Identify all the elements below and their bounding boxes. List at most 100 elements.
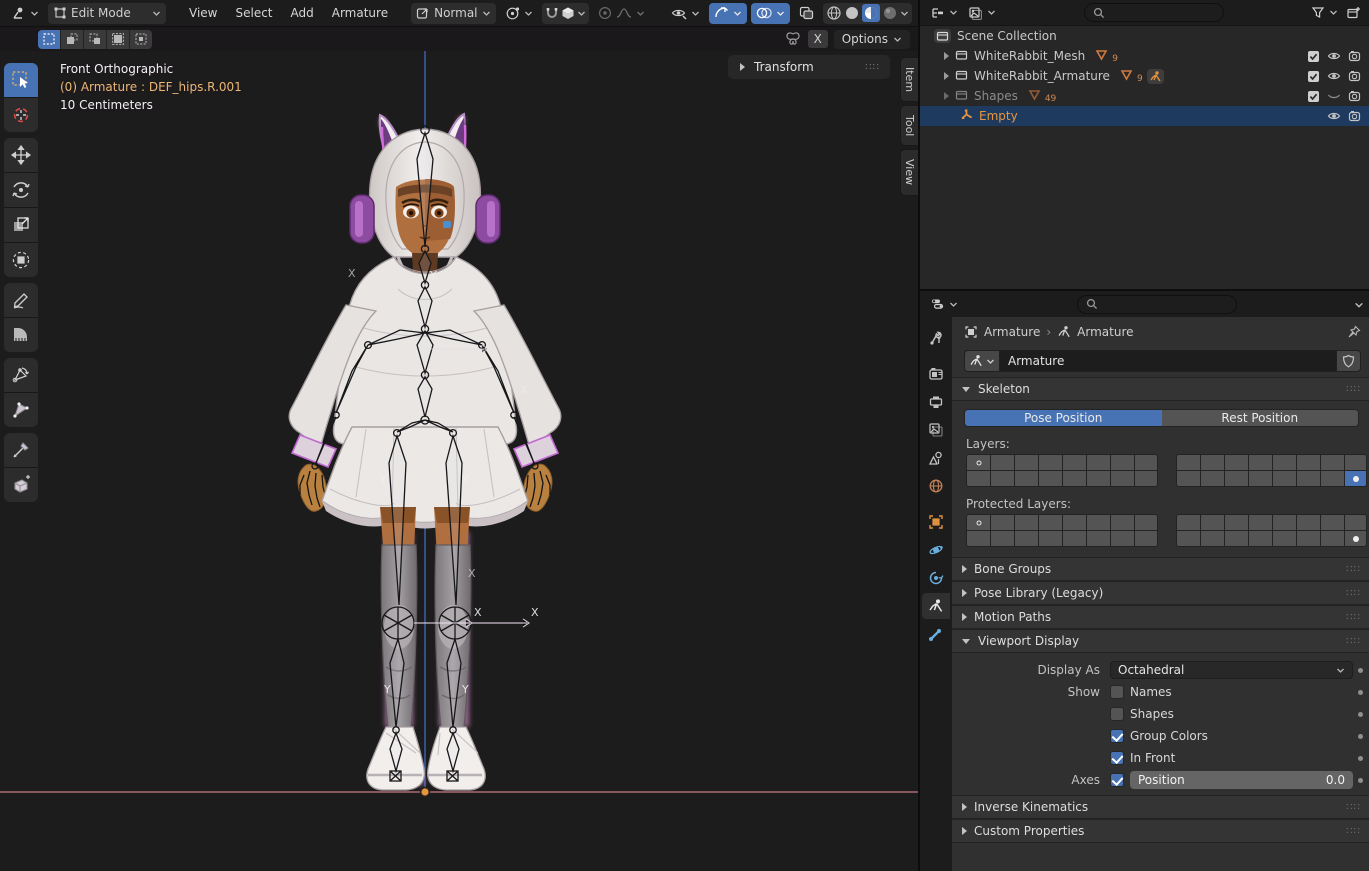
- snap-target-icon[interactable]: [561, 6, 575, 20]
- menu-armature[interactable]: Armature: [325, 3, 395, 24]
- eye-visibility-icon[interactable]: [1327, 110, 1341, 122]
- tab-object-constraints[interactable]: [922, 565, 950, 591]
- tab-object[interactable]: [922, 509, 950, 535]
- panel-grip-icon[interactable]: ∷∷: [1346, 802, 1361, 813]
- viewport-3d[interactable]: X X Y Y Y Y Y X X X: [0, 27, 918, 871]
- panel-pose-library-header[interactable]: Pose Library (Legacy) ∷∷: [952, 581, 1369, 605]
- tab-bone[interactable]: [922, 621, 950, 647]
- camera-render-icon[interactable]: [1348, 110, 1361, 122]
- names-checkbox[interactable]: [1110, 685, 1124, 699]
- properties-editor-type-button[interactable]: [928, 294, 960, 315]
- tab-object-data-armature[interactable]: [922, 593, 950, 619]
- chevron-down-icon[interactable]: [900, 9, 909, 18]
- expand-arrow-icon[interactable]: [944, 72, 949, 80]
- protected-block-1[interactable]: [966, 514, 1158, 547]
- transform-orientation-dropdown[interactable]: Normal: [411, 3, 495, 24]
- axes-position-slider[interactable]: Position 0.0: [1130, 771, 1353, 789]
- shading-wireframe-icon[interactable]: [826, 5, 842, 21]
- outliner-row-whiterabbit-mesh[interactable]: WhiteRabbit_Mesh 9: [920, 46, 1369, 66]
- outliner-filter-button[interactable]: [1309, 2, 1340, 23]
- layers-block-1[interactable]: [966, 454, 1158, 487]
- rest-position-button[interactable]: Rest Position: [1162, 410, 1359, 426]
- menu-select[interactable]: Select: [228, 3, 279, 24]
- tab-output[interactable]: [922, 389, 950, 415]
- selectable-checkbox-icon[interactable]: [1307, 70, 1320, 83]
- decorator-dot[interactable]: [1353, 778, 1367, 783]
- pose-position-button[interactable]: Pose Position: [965, 410, 1162, 426]
- tool-rotate[interactable]: [4, 173, 38, 207]
- select-mode-extend-button[interactable]: [61, 30, 83, 49]
- panel-motion-paths-header[interactable]: Motion Paths ∷∷: [952, 605, 1369, 629]
- shading-rendered-icon[interactable]: [882, 5, 898, 21]
- panel-grip-icon[interactable]: ∷∷: [1346, 564, 1361, 575]
- protected-block-2[interactable]: [1176, 514, 1368, 547]
- camera-render-icon[interactable]: [1348, 90, 1361, 102]
- outliner-display-mode-button[interactable]: [966, 2, 998, 23]
- panel-inverse-kinematics-header[interactable]: Inverse Kinematics ∷∷: [952, 795, 1369, 819]
- object-visibility-dropdown[interactable]: [666, 3, 705, 24]
- decorator-dot[interactable]: [1353, 712, 1367, 717]
- camera-render-icon[interactable]: [1348, 50, 1361, 62]
- breadcrumb-data[interactable]: Armature: [1077, 325, 1133, 339]
- chevron-down-icon[interactable]: [1354, 300, 1363, 309]
- display-as-dropdown[interactable]: Octahedral: [1110, 661, 1353, 679]
- outliner-row-scene-collection[interactable]: Scene Collection: [920, 26, 1369, 46]
- outliner-editor-type-button[interactable]: [928, 2, 960, 23]
- tab-world[interactable]: [922, 473, 950, 499]
- select-mode-invert-button[interactable]: [107, 30, 129, 49]
- breadcrumb-object[interactable]: Armature: [984, 325, 1040, 339]
- chevron-down-icon[interactable]: [776, 9, 785, 18]
- pin-icon[interactable]: [1347, 325, 1361, 339]
- group-colors-checkbox[interactable]: [1110, 729, 1124, 743]
- tab-tool[interactable]: [922, 325, 950, 351]
- editor-type-button[interactable]: [6, 3, 44, 24]
- axes-checkbox[interactable]: [1110, 773, 1124, 787]
- menu-view[interactable]: View: [182, 3, 224, 24]
- panel-grip-icon[interactable]: ∷∷: [1346, 588, 1361, 599]
- tool-extrude[interactable]: [4, 468, 38, 502]
- decorator-dot[interactable]: [1353, 668, 1367, 673]
- outliner-search-input[interactable]: [1084, 3, 1224, 22]
- datablock-name-field[interactable]: Armature: [999, 350, 1337, 372]
- object-origin-point[interactable]: [421, 788, 430, 797]
- layers-block-2[interactable]: [1176, 454, 1368, 487]
- mirror-x-toggle[interactable]: X: [808, 30, 828, 48]
- decorator-dot[interactable]: [1353, 756, 1367, 761]
- tool-annotate[interactable]: [4, 283, 38, 317]
- selectable-checkbox-icon[interactable]: [1307, 90, 1320, 103]
- tool-cursor[interactable]: [4, 98, 38, 132]
- expand-arrow-icon[interactable]: [944, 92, 949, 100]
- camera-render-icon[interactable]: [1348, 70, 1361, 82]
- eye-visibility-icon[interactable]: [1327, 50, 1341, 62]
- sidebar-tab-tool[interactable]: Tool: [900, 105, 918, 146]
- panel-grip-icon[interactable]: ∷∷: [1346, 384, 1361, 395]
- panel-grip-icon[interactable]: ∷∷: [1346, 826, 1361, 837]
- show-overlays-toggle[interactable]: [751, 3, 790, 24]
- sidebar-tab-view[interactable]: View: [900, 149, 918, 195]
- shapes-checkbox[interactable]: [1110, 707, 1124, 721]
- tab-render[interactable]: [922, 361, 950, 387]
- tab-scene[interactable]: [922, 445, 950, 471]
- chevron-down-icon[interactable]: [577, 9, 586, 18]
- panel-skeleton-header[interactable]: Skeleton ∷∷: [952, 377, 1369, 401]
- in-front-checkbox[interactable]: [1110, 751, 1124, 765]
- tool-bone-envelope[interactable]: [4, 393, 38, 427]
- properties-search-input[interactable]: [1077, 295, 1237, 314]
- panel-grip-icon[interactable]: ∷∷: [865, 62, 880, 73]
- xray-toggle[interactable]: [794, 3, 819, 24]
- tool-bone-size[interactable]: [4, 433, 38, 467]
- fake-user-shield-button[interactable]: [1337, 350, 1361, 372]
- armature-data-selector[interactable]: [964, 350, 999, 372]
- transform-panel-header[interactable]: Transform ∷∷: [728, 55, 890, 79]
- pivot-point-dropdown[interactable]: [500, 3, 538, 24]
- panel-grip-icon[interactable]: ∷∷: [1346, 636, 1361, 647]
- tool-scale[interactable]: [4, 208, 38, 242]
- shading-material-icon[interactable]: [862, 4, 880, 22]
- snap-magnet-icon[interactable]: [545, 6, 559, 20]
- new-collection-icon[interactable]: [1346, 6, 1361, 20]
- tool-measure[interactable]: [4, 318, 38, 352]
- show-gizmo-toggle[interactable]: [709, 3, 747, 24]
- menu-add[interactable]: Add: [284, 3, 321, 24]
- panel-custom-properties-header[interactable]: Custom Properties ∷∷: [952, 819, 1369, 843]
- outliner-row-whiterabbit-armature[interactable]: WhiteRabbit_Armature 9: [920, 66, 1369, 86]
